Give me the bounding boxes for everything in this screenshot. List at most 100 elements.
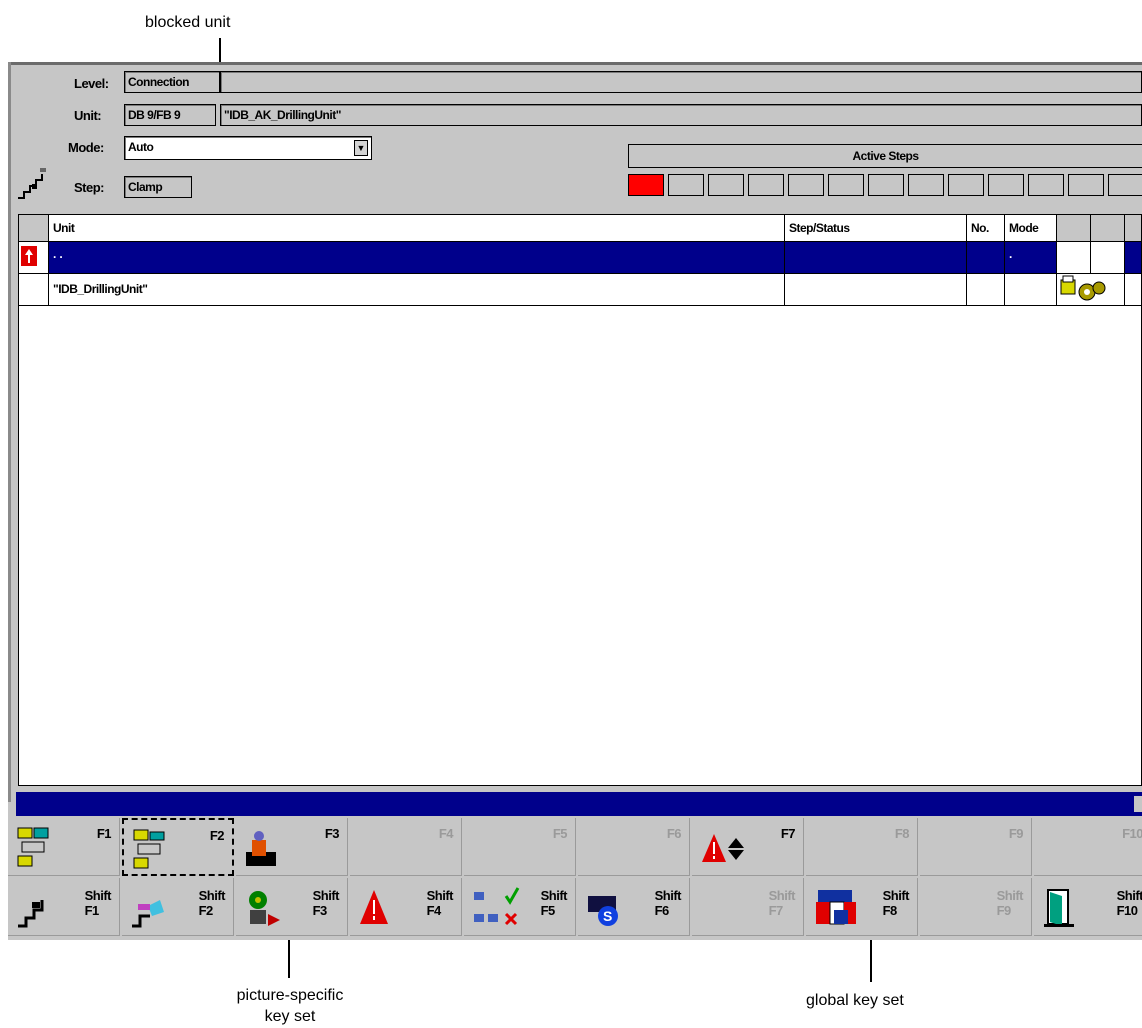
row-unit-name: · · xyxy=(49,242,785,273)
shift-f9-key[interactable]: Shift F9 xyxy=(920,878,1032,936)
column-header-unit[interactable]: Unit xyxy=(49,215,785,242)
table-row[interactable]: "IDB_DrillingUnit" xyxy=(19,274,1141,306)
f6-key-label: F6 xyxy=(666,826,682,841)
shift-f3-key-label: Shift F3 xyxy=(312,888,340,918)
shift-f10-key-label: Shift F10 xyxy=(1116,888,1142,918)
column-header-extra-3 xyxy=(1125,215,1141,242)
active-step-8 xyxy=(908,174,944,196)
unit-db-field: DB 9/FB 9 xyxy=(124,104,216,126)
shift-f1-key[interactable]: Shift F1 xyxy=(8,878,120,936)
f9-key-label: F9 xyxy=(1008,826,1024,841)
shift-f4-key-label: Shift F4 xyxy=(426,888,454,918)
step-label: Step: xyxy=(74,180,105,195)
status-bar-scroll[interactable] xyxy=(1134,796,1142,812)
shift-f8-key-label: Shift F8 xyxy=(882,888,910,918)
row-no xyxy=(967,242,1005,273)
f3-key-label: F3 xyxy=(324,826,340,841)
f8-key[interactable]: F8 xyxy=(806,818,918,876)
network-check-icon xyxy=(474,887,520,926)
active-step-10 xyxy=(988,174,1024,196)
chevron-down-icon[interactable]: ▼ xyxy=(354,140,368,156)
step-field: Clamp xyxy=(124,176,192,198)
shift-f4-key[interactable]: Shift F4 xyxy=(350,878,462,936)
shift-f10-key[interactable]: Shift F10 xyxy=(1034,878,1142,936)
f4-key[interactable]: F4 xyxy=(350,818,462,876)
shift-f5-key[interactable]: Shift F5 xyxy=(464,878,576,936)
table-corner xyxy=(19,215,49,242)
mode-label: Mode: xyxy=(68,140,104,155)
f5-key-label: F5 xyxy=(552,826,568,841)
f7-key[interactable]: F7 xyxy=(692,818,804,876)
f1-key[interactable]: F1 xyxy=(8,818,120,876)
callout-blocked-unit: blocked unit xyxy=(145,14,231,31)
motion-icon xyxy=(132,900,164,928)
column-header-extra-2 xyxy=(1091,215,1125,242)
shift-f7-key[interactable]: Shift F7 xyxy=(692,878,804,936)
row-no xyxy=(967,274,1005,305)
level-label: Level: xyxy=(74,76,109,91)
shift-f9-key-label: Shift F9 xyxy=(996,888,1024,918)
row-step-status xyxy=(785,242,967,273)
f2-key-label: F2 xyxy=(209,828,225,843)
operator-icon xyxy=(246,831,276,866)
active-steps-title: Active Steps xyxy=(628,144,1142,168)
row-step-status xyxy=(785,274,967,305)
column-header-no[interactable]: No. xyxy=(967,215,1005,242)
global-key-set: Shift F1 Shift F2 Shift F3 Shift F4 Shif… xyxy=(8,878,1142,936)
row-extra-1 xyxy=(1057,242,1091,273)
exit-door-icon xyxy=(1044,889,1074,927)
row-status-icon xyxy=(19,274,49,305)
row-mode xyxy=(1005,274,1057,305)
f10-key[interactable]: F10 xyxy=(1034,818,1142,876)
shift-f7-key-label: Shift F7 xyxy=(768,888,796,918)
level-field: Connection xyxy=(124,71,220,93)
shift-f5-key-label: Shift F5 xyxy=(540,888,568,918)
shift-f3-key[interactable]: Shift F3 xyxy=(236,878,348,936)
column-header-step-status[interactable]: Step/Status xyxy=(785,215,967,242)
column-header-mode[interactable]: Mode xyxy=(1005,215,1057,242)
unit-mode-icons xyxy=(1057,274,1125,305)
column-header-extra-1 xyxy=(1057,215,1091,242)
f6-key[interactable]: F6 xyxy=(578,818,690,876)
f3-key[interactable]: F3 xyxy=(236,818,348,876)
shift-f2-key[interactable]: Shift F2 xyxy=(122,878,234,936)
unit-overview-icon xyxy=(17,827,49,867)
shift-f8-key[interactable]: Shift F8 xyxy=(806,878,918,936)
active-step-11 xyxy=(1028,174,1064,196)
active-steps-panel: Active Steps xyxy=(628,144,1142,202)
alarm-icon xyxy=(360,890,388,924)
f10-key-label: F10 xyxy=(1122,826,1142,841)
active-step-3 xyxy=(708,174,744,196)
f2-key[interactable]: F2 xyxy=(122,818,234,876)
picture-specific-key-set: F1 F2 F3 F4 F5 F6 F7 F8 F9 F10 xyxy=(8,818,1142,876)
top-border xyxy=(8,62,1142,65)
table-row[interactable]: · · · xyxy=(19,242,1141,274)
row-mode: · xyxy=(1005,242,1057,273)
language-flag-icon xyxy=(816,890,856,925)
unit-label: Unit: xyxy=(74,108,102,123)
row-unit-name: "IDB_DrillingUnit" xyxy=(49,274,785,305)
f5-key[interactable]: F5 xyxy=(464,818,576,876)
active-step-7 xyxy=(868,174,904,196)
active-step-2 xyxy=(668,174,704,196)
active-step-13 xyxy=(1108,174,1142,196)
level-extension xyxy=(220,71,1142,93)
shift-f6-key-label: Shift F6 xyxy=(654,888,682,918)
f8-key-label: F8 xyxy=(894,826,910,841)
hmi-window: Level: Connection Unit: DB 9/FB 9 "IDB_A… xyxy=(8,62,1142,940)
unit-table: Unit Step/Status No. Mode · · · "IDB_Dri… xyxy=(18,214,1142,786)
active-step-4 xyxy=(748,174,784,196)
step-icon xyxy=(18,900,44,928)
unit-select-icon xyxy=(133,829,165,869)
f9-key[interactable]: F9 xyxy=(920,818,1032,876)
callout-global: global key set xyxy=(806,992,904,1009)
shift-f1-key-label: Shift F1 xyxy=(84,888,112,918)
callout-picture-specific: picture-specific key set xyxy=(236,987,344,1025)
step-stairs-icon xyxy=(18,168,48,202)
f4-key-label: F4 xyxy=(438,826,454,841)
alarm-updown-icon xyxy=(702,834,744,862)
shift-f2-key-label: Shift F2 xyxy=(198,888,226,918)
actuator-icon xyxy=(249,891,280,926)
shift-f6-key[interactable]: S Shift F6 xyxy=(578,878,690,936)
mode-select[interactable]: Auto xyxy=(124,136,372,160)
